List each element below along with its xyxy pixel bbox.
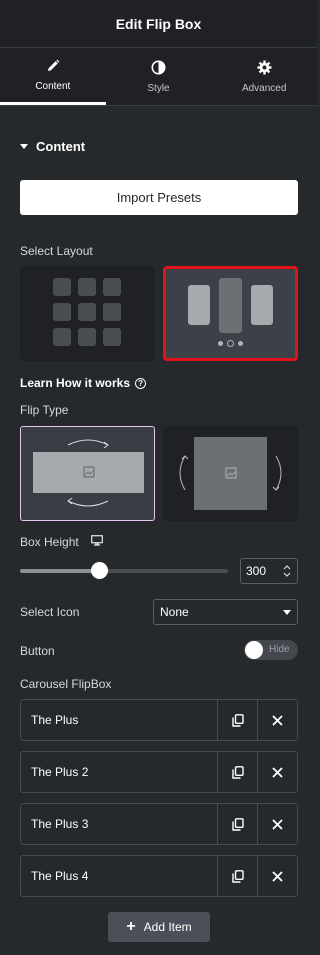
learn-how-link[interactable]: Learn How it works ? [20, 376, 147, 390]
content-section-toggle[interactable]: Content [20, 139, 85, 154]
tab-content-label: Content [35, 80, 71, 92]
carousel-flipbox-label: Carousel FlipBox [20, 677, 112, 691]
half-circle-icon [151, 60, 166, 75]
duplicate-icon[interactable] [217, 752, 257, 792]
toggle-knob [245, 641, 263, 659]
close-icon[interactable] [257, 856, 297, 896]
duplicate-icon[interactable] [217, 700, 257, 740]
select-icon-label: Select Icon [20, 605, 80, 619]
panel-title: Edit Flip Box [115, 15, 202, 32]
import-presets-button[interactable]: Import Presets [20, 180, 298, 215]
button-toggle[interactable]: Hide [244, 640, 298, 660]
repeater-item-title: The Plus 2 [31, 765, 89, 779]
repeater-item-title: The Plus 3 [31, 817, 89, 831]
plus-icon: + [126, 918, 136, 935]
tab-advanced-label: Advanced [241, 82, 287, 94]
tab-bar: Content Style Advanced [0, 48, 317, 106]
tab-style[interactable]: Style [106, 48, 212, 105]
horizontal-flip-icon [33, 439, 144, 507]
close-icon[interactable] [257, 804, 297, 844]
duplicate-icon[interactable] [217, 804, 257, 844]
pencil-icon [46, 59, 60, 73]
tab-advanced[interactable]: Advanced [211, 48, 317, 105]
close-icon[interactable] [257, 752, 297, 792]
box-height-label-row: Box Height [20, 535, 103, 549]
box-height-slider-fill [20, 569, 100, 573]
repeater-item[interactable]: The Plus [20, 699, 298, 741]
chevron-down-icon [283, 610, 291, 615]
toggle-state-label: Hide [269, 644, 290, 655]
box-height-slider-track[interactable] [20, 569, 228, 573]
box-height-label: Box Height [20, 535, 79, 549]
select-icon-value: None [160, 605, 189, 619]
repeater-item-title: The Plus [31, 713, 79, 727]
box-height-slider-handle[interactable] [91, 562, 108, 579]
layout-option-grid[interactable] [20, 266, 155, 361]
add-item-label: Add Item [143, 920, 192, 934]
stepper-arrows-icon[interactable] [281, 563, 293, 579]
repeater-item[interactable]: The Plus 2 [20, 751, 298, 793]
caret-down-icon [20, 144, 28, 149]
flip-option-vertical[interactable] [163, 426, 298, 521]
gear-icon [257, 60, 272, 75]
tab-content[interactable]: Content [0, 48, 106, 105]
select-icon-dropdown[interactable]: None [153, 599, 298, 625]
learn-how-label: Learn How it works [20, 376, 131, 390]
repeater-item[interactable]: The Plus 4 [20, 855, 298, 897]
question-circle-icon: ? [135, 377, 147, 389]
tab-style-label: Style [147, 82, 170, 94]
layout-option-carousel[interactable] [163, 266, 298, 361]
flip-type-label: Flip Type [20, 403, 69, 417]
flip-option-horizontal[interactable] [20, 426, 155, 521]
vertical-flip-icon [179, 437, 282, 510]
add-item-button[interactable]: + Add Item [108, 912, 210, 942]
grid-layout-icon [53, 278, 121, 346]
select-layout-label: Select Layout [20, 244, 93, 258]
duplicate-icon[interactable] [217, 856, 257, 896]
section-title: Content [36, 139, 86, 154]
button-label: Button [20, 644, 55, 658]
desktop-icon[interactable] [90, 535, 103, 549]
close-icon[interactable] [257, 700, 297, 740]
panel-header: Edit Flip Box [0, 0, 317, 48]
repeater-item[interactable]: The Plus 3 [20, 803, 298, 845]
box-height-input[interactable]: 300 [240, 558, 298, 584]
box-height-value: 300 [246, 564, 267, 578]
repeater-item-title: The Plus 4 [31, 869, 89, 883]
